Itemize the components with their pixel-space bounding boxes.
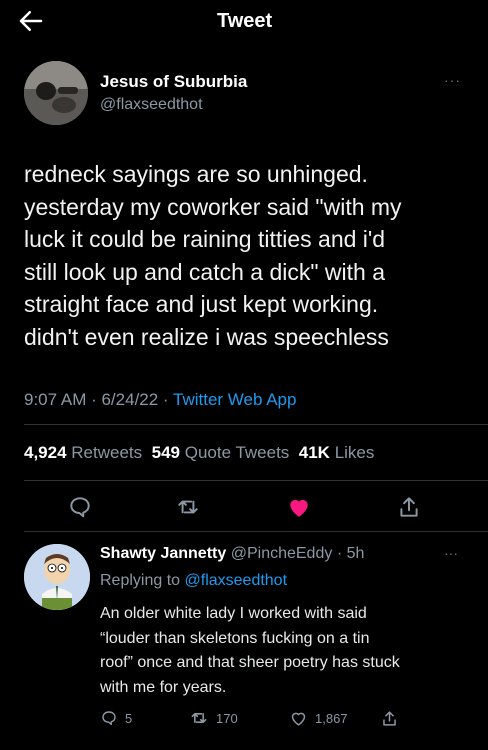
top-bar: Tweet [0, 0, 488, 44]
more-dots-icon[interactable]: ··· [444, 72, 461, 88]
reply-author-handle[interactable]: @PincheEddy [231, 545, 333, 562]
comment-icon[interactable] [67, 494, 93, 520]
tweet-meta: 9:07 AM · 6/24/22 · Twitter Web App [24, 390, 296, 410]
tweet-stats: 4,924 Retweets 549 Quote Tweets 41K Like… [24, 443, 374, 463]
tweet-text-line: luck it could be raining titties and i'd [24, 226, 386, 252]
reply-header: Shawty Jannetty @PincheEddy · 5h [100, 545, 364, 563]
replying-to: Replying to @flaxseedthot [100, 572, 287, 590]
reply-share-button[interactable] [380, 707, 406, 729]
quotes-label: Quote Tweets [184, 443, 290, 462]
tweet-text-line: yesterday my coworker said "with my [24, 193, 402, 220]
retweets-count: 4,924 [24, 443, 67, 462]
page-title: Tweet [217, 10, 273, 32]
reply-text-line: with me for years. [100, 678, 227, 696]
tweet-text-line: still look up and catch a dick" with a [24, 258, 386, 285]
comment-icon [102, 711, 116, 726]
tweet-timestamp[interactable]: 9:07 AM · 6/24/22 · [24, 390, 173, 409]
reply-avatar[interactable] [24, 544, 90, 610]
heart-icon [291, 712, 306, 726]
share-icon[interactable] [396, 494, 422, 520]
divider [24, 531, 488, 532]
author-name[interactable]: Jesus of Suburbia [100, 72, 247, 92]
reply-text-line: roof” once and that sheer poetry has stu… [100, 654, 400, 671]
tweet-text-line: redneck sayings are so unhinged. [24, 161, 368, 187]
retweet-icon [191, 713, 207, 723]
reply-text: An older white lady I worked with said “… [100, 602, 470, 700]
quotes-stat[interactable]: 549 Quote Tweets [152, 443, 290, 462]
reply-text-line: An older white lady I worked with said [100, 605, 367, 622]
share-icon [383, 710, 396, 726]
reply-retweet-button[interactable]: 170 [189, 707, 238, 729]
reply-avatar-image [24, 544, 90, 610]
retweets-label: Retweets [71, 443, 143, 462]
tweet-text-line: didn't even realize i was speechless [24, 323, 389, 350]
reply-count: 5 [125, 710, 133, 726]
likes-count: 41K [298, 443, 330, 462]
avatar[interactable] [24, 61, 88, 125]
replying-to-label: Replying to [100, 572, 181, 589]
retweet-icon[interactable] [175, 494, 201, 520]
tweet-source[interactable]: Twitter Web App [173, 390, 296, 409]
divider [24, 480, 488, 481]
retweets-stat[interactable]: 4,924 Retweets [24, 443, 142, 462]
reply-like-button[interactable]: 1,867 [289, 707, 348, 729]
likes-label: Likes [334, 443, 375, 462]
reply-author-name[interactable]: Shawty Jannetty [100, 545, 226, 562]
reply-text-line: “louder than skeletons fucking on a tin [100, 629, 370, 647]
tweet-text: redneck sayings are so unhinged. yesterd… [24, 158, 474, 353]
quotes-count: 549 [151, 443, 180, 462]
reply-reply-button[interactable]: 5 [100, 707, 132, 729]
more-dots-icon[interactable]: ··· [444, 545, 458, 561]
likes-stat[interactable]: 41K Likes [299, 443, 375, 462]
reply-time[interactable]: · 5h [337, 545, 365, 562]
tweet-text-line: straight face and just kept working. [24, 291, 379, 317]
replying-to-handle[interactable]: @flaxseedthot [185, 572, 288, 589]
avatar-image [24, 61, 88, 125]
author-handle[interactable]: @flaxseedthot [100, 96, 203, 114]
like-count: 1,867 [315, 710, 348, 726]
retweet-count: 170 [216, 710, 238, 726]
heart-filled-icon[interactable] [286, 494, 312, 520]
arrow-left-icon[interactable] [16, 6, 46, 36]
divider [24, 424, 488, 425]
